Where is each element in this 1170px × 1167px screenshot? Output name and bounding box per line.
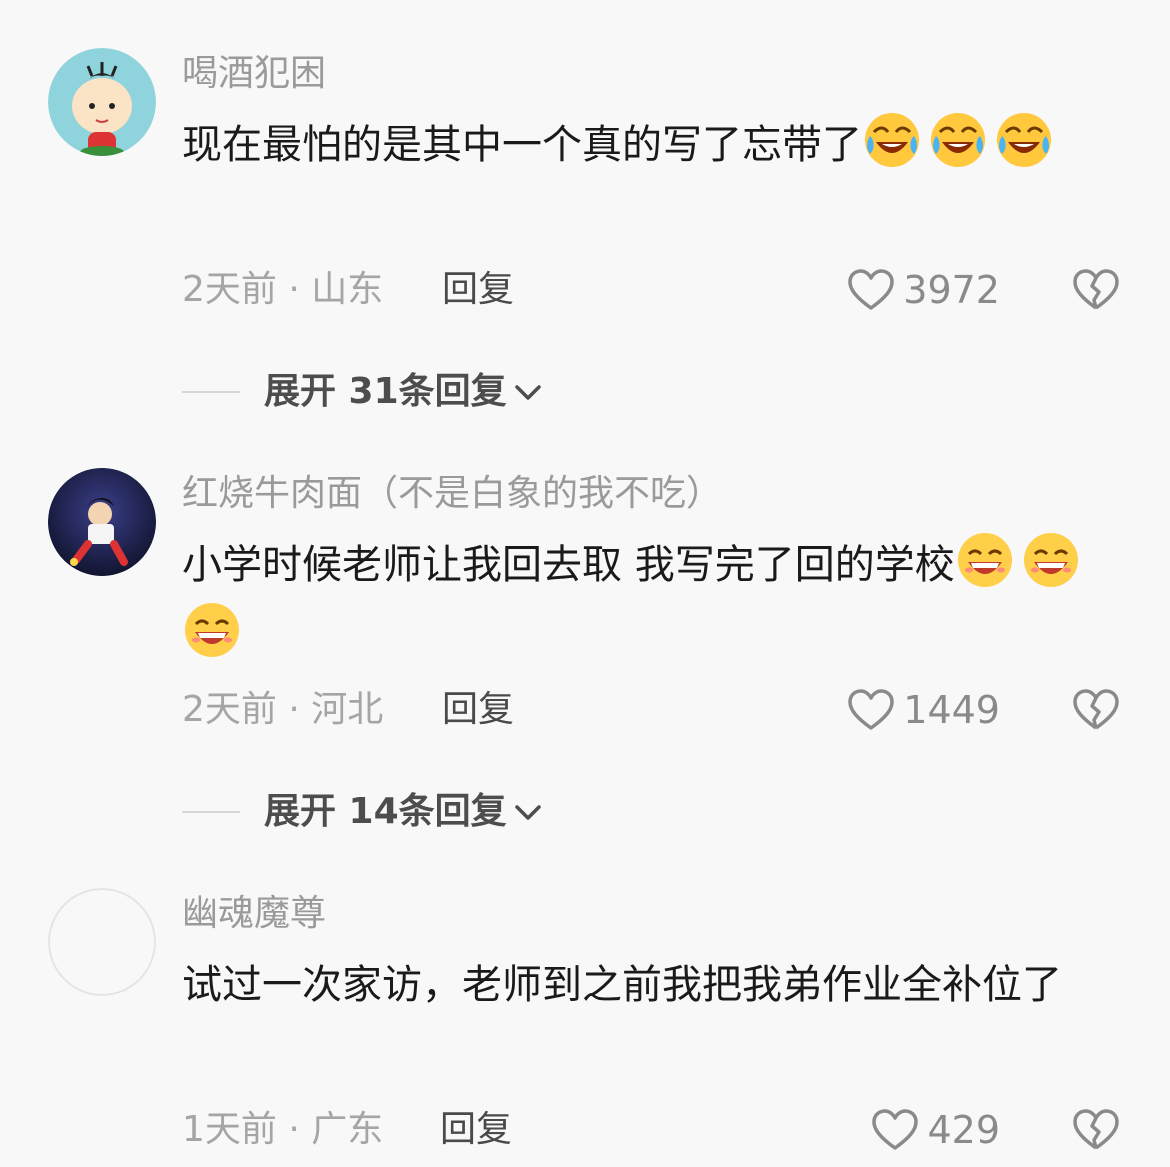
comment-time-location: 1天前 · 广东	[182, 1109, 384, 1150]
broken-heart-icon	[1073, 1109, 1119, 1150]
username[interactable]: 幽魂魔尊	[182, 892, 326, 936]
reply-button[interactable]: 回复	[440, 1108, 512, 1152]
like-count: 429	[927, 1108, 1000, 1152]
heart-outline-icon	[872, 1109, 919, 1150]
dislike-button[interactable]	[1072, 1108, 1120, 1152]
comment-item: 幽魂魔尊 试过一次家访，老师到之前我把我弟作业全补位了 1天前 · 广东 回复 …	[0, 0, 1170, 1167]
avatar[interactable]	[48, 888, 156, 996]
comment-text: 试过一次家访，老师到之前我把我弟作业全补位了	[182, 962, 1062, 1008]
comments-page: 喝酒犯困 现在最怕的是其中一个真的写了忘带了 2天前 · 山东 回复 3972 …	[0, 0, 1170, 1167]
like-button[interactable]: 429	[871, 1108, 1000, 1152]
